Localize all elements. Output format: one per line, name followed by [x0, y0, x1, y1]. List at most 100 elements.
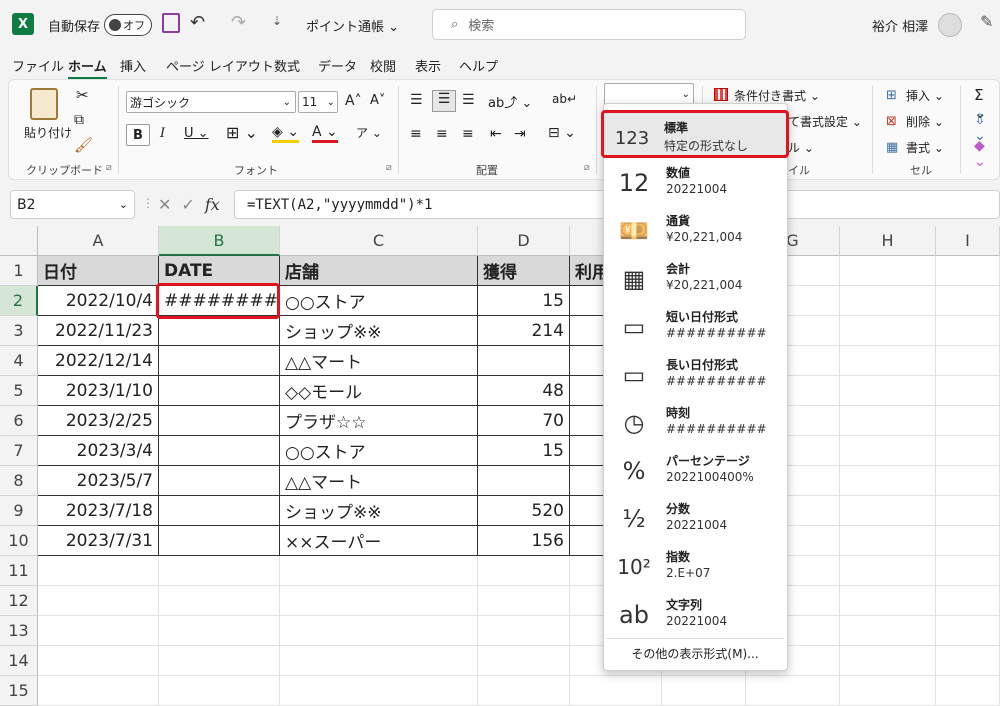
cell-a11[interactable] [38, 556, 159, 586]
column-header-d[interactable]: D [478, 226, 570, 256]
cell-d9[interactable]: 520 [478, 496, 570, 526]
cell-c4[interactable]: △△マート [280, 346, 478, 376]
cell-d1[interactable]: 獲得 [478, 256, 570, 286]
number-format-item[interactable]: ◷ 時刻 ########## [606, 398, 784, 446]
underline-button[interactable]: U ⌄ [184, 126, 209, 141]
cell-c9[interactable]: ショップ※※ [280, 496, 478, 526]
format-cells-button[interactable]: 書式 ⌄ [906, 139, 944, 156]
align-right-icon[interactable]: ≡ [462, 126, 474, 142]
row-header[interactable]: 15 [0, 676, 38, 706]
number-format-item[interactable]: 123 標準 特定の形式なし [601, 110, 789, 158]
cell-h3[interactable] [840, 316, 936, 346]
row-header[interactable]: 1 [0, 256, 38, 286]
insert-function-icon[interactable]: fx [205, 195, 220, 214]
row-header[interactable]: 7 [0, 436, 38, 466]
customize-qat-icon[interactable]: ⇣ [272, 14, 282, 28]
number-format-item[interactable]: ▭ 長い日付形式 ########## [606, 350, 784, 398]
cell-i13[interactable] [936, 616, 1000, 646]
cell-b11[interactable] [159, 556, 280, 586]
number-format-item[interactable]: ½ 分数 20221004 [606, 494, 784, 542]
cell-h8[interactable] [840, 466, 936, 496]
cell-h11[interactable] [840, 556, 936, 586]
cell-i12[interactable] [936, 586, 1000, 616]
increase-font-icon[interactable]: A˄ [345, 93, 362, 109]
name-box[interactable]: B2 ⌄ [10, 190, 135, 219]
cell-b8[interactable] [159, 466, 280, 496]
cell-i11[interactable] [936, 556, 1000, 586]
number-format-select[interactable]: ⌄ [604, 83, 694, 105]
cell-b1[interactable]: DATE [159, 256, 280, 286]
cell-i5[interactable] [936, 376, 1000, 406]
tab-2[interactable]: 挿入 [120, 56, 146, 75]
cell-i8[interactable] [936, 466, 1000, 496]
cell-h13[interactable] [840, 616, 936, 646]
cell-h12[interactable] [840, 586, 936, 616]
tab-1[interactable]: ホーム [68, 56, 107, 80]
row-header[interactable]: 13 [0, 616, 38, 646]
cancel-icon[interactable]: ✕ [158, 195, 171, 214]
cell-c10[interactable]: ××スーパー [280, 526, 478, 556]
cell-c7[interactable]: ○○ストア [280, 436, 478, 466]
table-format-button[interactable]: て書式設定 ⌄ [788, 113, 862, 130]
cell-a3[interactable]: 2022/11/23 [38, 316, 159, 346]
wrap-text-icon[interactable]: ab↵ [552, 92, 577, 106]
bold-button[interactable]: B [126, 124, 150, 146]
cell-b13[interactable] [159, 616, 280, 646]
cell-c13[interactable] [280, 616, 478, 646]
more-number-formats-link[interactable]: その他の表示形式(M)... [606, 638, 784, 668]
format-painter-icon[interactable]: 🖌 [74, 136, 93, 154]
tab-7[interactable]: 表示 [415, 56, 441, 75]
select-all-corner[interactable] [0, 226, 38, 256]
cell-i15[interactable] [936, 676, 1000, 706]
number-format-item[interactable]: ▦ 会計 ¥20,221,004 [606, 254, 784, 302]
autosave-toggle[interactable]: オフ [104, 14, 152, 36]
cell-d10[interactable]: 156 [478, 526, 570, 556]
decrease-font-icon[interactable]: A˅ [370, 93, 385, 108]
cell-i6[interactable] [936, 406, 1000, 436]
clipboard-launcher-icon[interactable]: ⧄ [106, 163, 112, 173]
row-header[interactable]: 10 [0, 526, 38, 556]
insert-cells-button[interactable]: 挿入 ⌄ [906, 87, 944, 104]
enter-icon[interactable]: ✓ [181, 195, 194, 214]
redo-icon[interactable]: ↷ [231, 12, 246, 33]
orientation-icon[interactable]: ab⤴ ⌄ [488, 92, 532, 111]
tab-4[interactable]: 数式 [274, 56, 300, 75]
number-format-item[interactable]: % パーセンテージ 2022100400% [606, 446, 784, 494]
file-name[interactable]: ポイント通帳 ⌄ [306, 16, 399, 35]
cell-a1[interactable]: 日付 [38, 256, 159, 286]
cell-i3[interactable] [936, 316, 1000, 346]
cell-h1[interactable] [840, 256, 936, 286]
row-header[interactable]: 5 [0, 376, 38, 406]
cell-h10[interactable] [840, 526, 936, 556]
column-header-a[interactable]: A [38, 226, 159, 256]
number-format-item[interactable]: ab 文字列 20221004 [606, 590, 784, 638]
column-header-i[interactable]: I [936, 226, 1000, 256]
search-box[interactable]: ⌕ 検索 [432, 9, 746, 40]
cell-i9[interactable] [936, 496, 1000, 526]
row-header[interactable]: 14 [0, 646, 38, 676]
cell-b10[interactable] [159, 526, 280, 556]
italic-button[interactable]: I [160, 126, 165, 141]
cell-a12[interactable] [38, 586, 159, 616]
row-header[interactable]: 9 [0, 496, 38, 526]
cell-i4[interactable] [936, 346, 1000, 376]
cell-a8[interactable]: 2023/5/7 [38, 466, 159, 496]
font-color-icon[interactable]: A ⌄ [312, 124, 338, 143]
cell-d5[interactable]: 48 [478, 376, 570, 406]
cell-a7[interactable]: 2023/3/4 [38, 436, 159, 466]
number-format-item[interactable]: 💴 通貨 ¥20,221,004 [606, 206, 784, 254]
row-header[interactable]: 6 [0, 406, 38, 436]
undo-icon[interactable]: ↶ [190, 12, 205, 33]
cell-h14[interactable] [840, 646, 936, 676]
phonetic-icon[interactable]: ア ⌄ [356, 124, 382, 141]
cell-b3[interactable] [159, 316, 280, 346]
cell-h2[interactable] [840, 286, 936, 316]
cell-b6[interactable] [159, 406, 280, 436]
cell-a14[interactable] [38, 646, 159, 676]
cell-d15[interactable] [478, 676, 570, 706]
number-format-item[interactable]: 12 数値 20221004 [606, 158, 784, 206]
column-header-c[interactable]: C [280, 226, 478, 256]
row-header[interactable]: 3 [0, 316, 38, 346]
cell-c2[interactable]: ○○ストア [280, 286, 478, 316]
cell-h6[interactable] [840, 406, 936, 436]
